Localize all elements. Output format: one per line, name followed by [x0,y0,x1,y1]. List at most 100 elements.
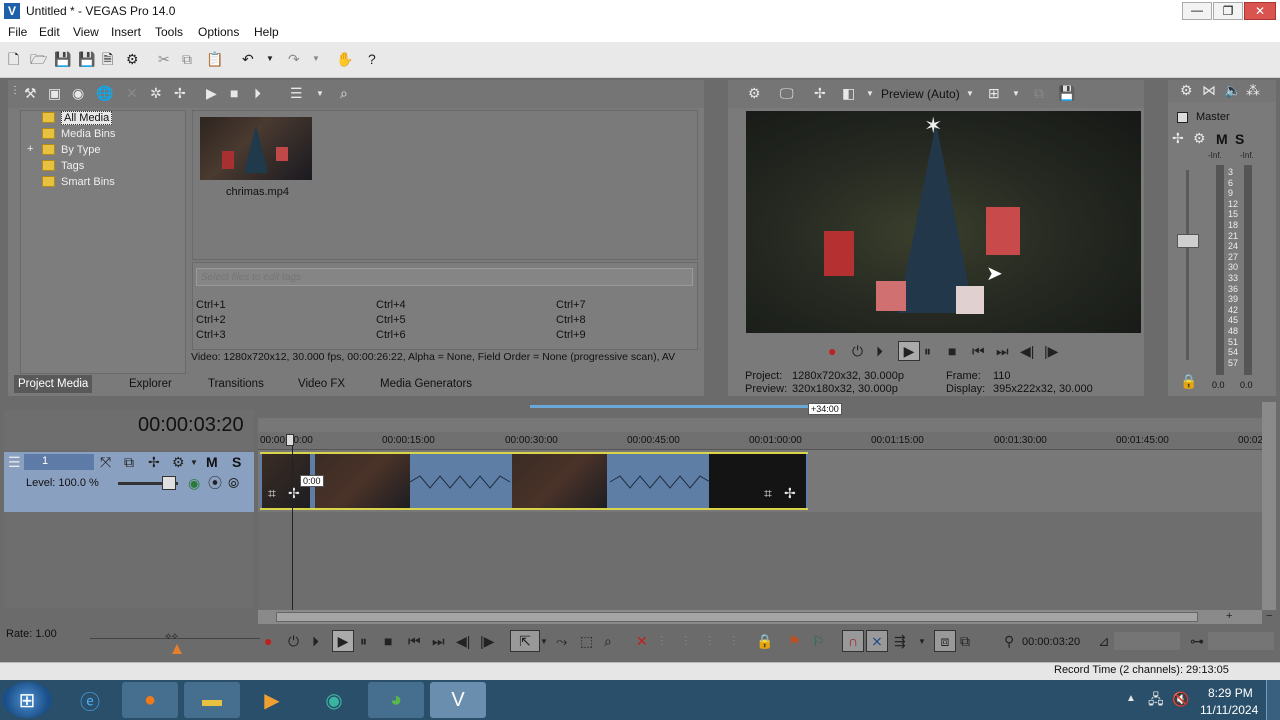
transport-go-start-icon[interactable]: ⏮ [408,634,421,648]
external-monitor-icon[interactable]: 🖵 [780,86,794,100]
copy-snapshot-icon[interactable]: ⧉ [1034,86,1044,100]
preview-quality-caret-icon[interactable]: ▼ [966,90,974,98]
trim-start-icon[interactable]: ⫶ [684,634,688,648]
master-mute-button[interactable]: M [1216,131,1228,147]
zoom-tool-icon[interactable]: ⌕ [604,634,612,648]
envelope-tool-icon[interactable]: ⤳ [556,634,567,648]
play-media-icon[interactable]: ▶ [206,86,217,100]
media-thumbnail[interactable] [200,117,312,180]
properties-icon[interactable]: ⚙ [126,52,139,66]
downmix-icon[interactable]: ⋈ [1202,83,1216,97]
track-collapse-icon[interactable]: ☰ [8,455,21,469]
selection-field[interactable] [1114,632,1180,650]
cut-icon[interactable]: ✂ [158,52,170,66]
composite-child-icon[interactable]: ⦿ [208,476,222,490]
level-slider-handle[interactable] [162,476,176,490]
app-icon[interactable]: ◉ [306,682,362,718]
next-frame-icon[interactable]: |▶ [1044,344,1058,358]
volume-muted-icon[interactable]: 🔇 [1172,692,1189,706]
event-pan-crop-icon[interactable]: ⌗ [268,486,276,500]
tree-item-all-media[interactable]: All Media [42,110,113,125]
remove-icon[interactable]: ✕ [126,86,138,100]
snapping-icon[interactable]: ∩ [842,630,864,652]
lock-icon[interactable]: 🔒 [1180,374,1197,388]
menu-insert[interactable]: Insert [111,25,141,39]
delete-icon[interactable]: ✕ [636,634,648,648]
insert-region-icon[interactable]: ⚐ [812,634,825,648]
vegas-taskbar-icon[interactable]: V [430,682,486,718]
tree-item-by-type[interactable]: By Type [42,142,101,157]
tray-arrow-icon[interactable]: ▲ [1126,694,1136,704]
new-project-icon[interactable]: 🗋 [8,52,19,66]
get-media-icon[interactable]: ◉ [72,86,84,100]
mixer-properties-icon[interactable]: ⚙ [1180,83,1193,97]
transport-pause-icon[interactable]: ⏸ [360,634,367,648]
internet-explorer-icon[interactable]: ⓔ [62,682,118,718]
horizontal-scroll-thumb[interactable] [276,612,1198,622]
redo-icon[interactable]: ↷ [288,52,300,66]
event-fx-icon[interactable]: ✢ [288,486,300,500]
import-media-icon[interactable]: ⚒ [24,86,37,100]
file-explorer-icon[interactable]: ▬ [184,682,240,718]
track-solo-button[interactable]: S [232,454,241,470]
pause-icon[interactable]: ⏸ [924,344,931,358]
go-to-end-icon[interactable]: ⏭ [996,344,1009,358]
save-icon[interactable]: 💾 [54,52,71,66]
bus-settings-icon[interactable]: ⚙ [1193,131,1206,145]
copy-icon[interactable]: ⧉ [182,52,192,66]
clock-date[interactable]: 11/11/2024 [1200,703,1258,717]
help-icon[interactable]: ? [368,52,376,66]
vertical-scrollbar[interactable] [1262,402,1276,610]
undo-dropdown-icon[interactable]: ▼ [266,55,274,63]
auto-crossfade-icon[interactable]: ⨯ [866,630,888,652]
show-desktop-button[interactable] [1266,680,1280,720]
transport-record-icon[interactable]: ● [264,634,272,648]
render-icon[interactable]: 🗎 [102,52,113,66]
ignore-grouping-icon[interactable]: ⧉ [960,634,970,648]
trim-end-icon[interactable]: ⫶ [708,634,712,648]
lock-envelopes-icon[interactable]: ⧈ [934,630,956,652]
menu-edit[interactable]: Edit [39,25,60,39]
menu-file[interactable]: File [8,25,27,39]
transport-play-from-start-icon[interactable]: ⏵ [312,634,319,648]
mixer-menu-icon[interactable]: ⁂ [1246,83,1260,97]
zoom-in-icon[interactable]: + [1226,611,1232,622]
expander-icon[interactable]: + [27,143,33,155]
tab-transitions[interactable]: Transitions [204,375,268,393]
tab-explorer[interactable]: Explorer [125,375,176,393]
fader-handle[interactable] [1177,234,1199,248]
media-properties-icon[interactable]: ✢ [174,86,186,100]
interactive-tutorial-icon[interactable]: ✋ [336,52,353,66]
event-pan-crop-icon[interactable]: ⌗ [764,486,772,500]
transport-next-frame-icon[interactable]: |▶ [480,634,494,648]
save-snapshot-icon[interactable]: 💾 [1058,86,1075,100]
selection-length-field[interactable] [1208,632,1274,650]
redo-dropdown-icon[interactable]: ▼ [312,55,320,63]
master-checkbox[interactable] [1177,112,1188,123]
capture-video-icon[interactable]: ▣ [48,86,61,100]
record-icon[interactable]: ● [828,344,836,358]
play-icon[interactable]: ▶ [898,341,920,361]
split-icon[interactable]: ⫶ [732,634,736,648]
track-fx-icon[interactable]: ⧉ [124,455,134,469]
auto-ripple-dropdown-icon[interactable]: ▼ [918,638,926,646]
menu-tools[interactable]: Tools [155,25,183,39]
menu-view[interactable]: View [73,25,99,39]
undo-icon[interactable]: ↶ [242,52,254,66]
media-fx-icon[interactable]: ✲ [150,86,162,100]
media-player-icon[interactable]: ▶ [244,682,300,718]
video-fx-icon[interactable]: ✢ [814,86,826,100]
overlays-dropdown-icon[interactable]: ▼ [1012,90,1020,98]
tree-item-smart-bins[interactable]: Smart Bins [42,174,115,189]
menu-help[interactable]: Help [254,25,279,39]
transport-go-end-icon[interactable]: ⏭ [432,634,445,648]
transport-play-icon[interactable]: ▶ [332,630,354,652]
minimize-button[interactable]: — [1182,2,1212,20]
track-dropdown-icon[interactable]: ▼ [190,459,198,467]
preview-quality-dropdown-icon[interactable]: ▼ [866,90,874,98]
open-icon[interactable]: 🗁 [30,52,47,66]
transport-loop-icon[interactable]: ⏻ [288,634,299,648]
clock-time[interactable]: 8:29 PM [1208,686,1253,700]
firefox-icon[interactable]: ● [122,682,178,718]
selection-tool-icon[interactable]: ⬚ [580,634,593,648]
